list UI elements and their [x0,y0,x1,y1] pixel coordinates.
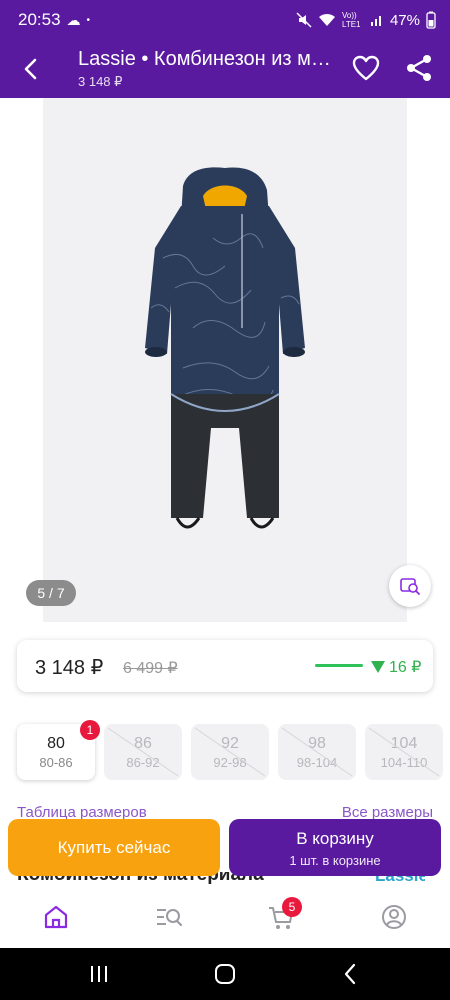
buy-now-button[interactable]: Купить сейчас [8,819,220,876]
status-bar: 20:53 ☁ • Vo)) LTE1 47% [0,0,450,40]
page-subtitle-price: 3 148 ₽ [78,74,123,89]
battery-percent: 47% [389,11,420,29]
cart-count-badge: 5 [282,897,302,917]
size-range: 80-86 [39,755,73,770]
price-down-triangle-icon [371,661,385,673]
favorite-heart-icon[interactable] [350,52,382,84]
back-button-icon[interactable] [338,961,364,987]
system-navigation-bar [0,948,450,1000]
product-image-gallery[interactable] [43,98,407,622]
current-price: 3 148 ₽ [35,657,104,679]
in-cart-count: 1 шт. в корзине [289,853,381,868]
home-icon[interactable] [41,902,71,932]
mute-icon [296,12,312,28]
cloud-icon: ☁ [66,11,81,28]
recent-apps-icon[interactable] [86,961,112,987]
size-option-98[interactable]: 98 98-104 [278,724,356,780]
price-card[interactable]: 3 148 ₽ 6 499 ₽ 16 ₽ [17,640,433,692]
unavailable-strike [194,727,266,777]
wifi-icon [318,13,335,26]
share-icon[interactable] [403,52,435,84]
old-price: 6 499 ₽ [123,660,178,677]
size-option-92[interactable]: 92 92-98 [191,724,269,780]
back-arrow-icon[interactable] [14,52,48,86]
home-button-icon[interactable] [212,961,238,987]
size-selector: 80 80-86 1 86 86-92 92 92-98 98 98-104 1… [17,720,443,782]
price-trend-line [315,664,363,667]
status-time: 20:53 [18,10,61,29]
catalog-search-icon[interactable] [154,902,184,932]
add-to-cart-button[interactable]: В корзину 1 шт. в корзине [229,819,441,876]
profile-icon[interactable] [379,902,409,932]
product-image [145,167,305,529]
more-dots-icon: • [86,14,91,26]
page-title: Lassie • Комбинезон из материала [78,48,340,70]
unavailable-strike [281,727,353,777]
battery-icon [426,11,436,29]
network-label: Vo)) LTE1 [341,11,361,29]
bottom-tab-bar: 5 [0,888,450,948]
signal-icon [370,16,381,26]
unavailable-strike [368,727,440,777]
size-option-104[interactable]: 104 104-110 [365,724,443,780]
image-search-icon [400,578,420,595]
unavailable-strike [107,727,179,777]
size-in-cart-badge: 1 [80,720,100,740]
price-drop-value: 16 ₽ [389,659,422,676]
size-option-86[interactable]: 86 86-92 [104,724,182,780]
add-to-cart-label: В корзину [296,829,374,848]
price-drop: 16 ₽ [371,657,421,677]
visual-search-button[interactable] [389,565,431,607]
app-bar: Lassie • Комбинезон из материала 3 148 ₽ [0,40,450,98]
gallery-pager: 5 / 7 [26,580,76,606]
